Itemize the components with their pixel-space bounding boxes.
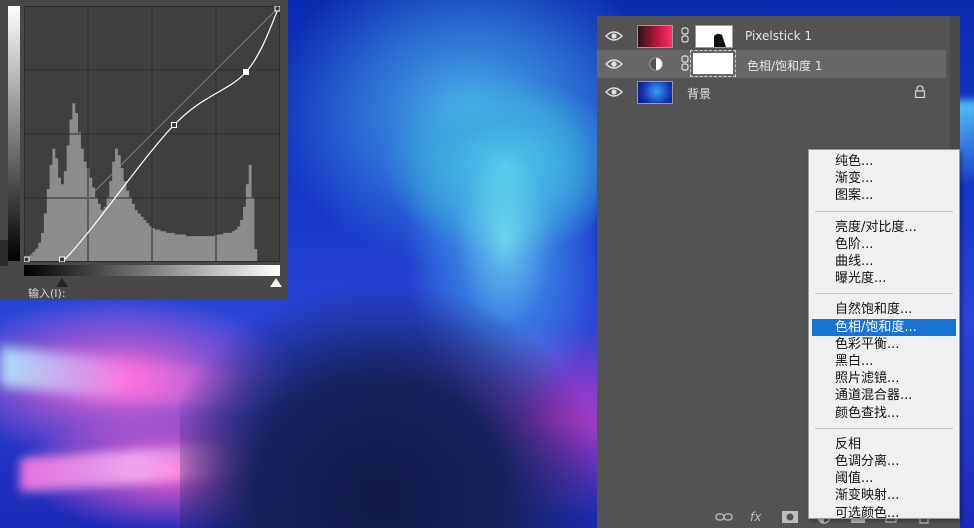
layer-row-background[interactable]: 背景 [597, 78, 946, 106]
menu-item[interactable]: 色阶... [809, 236, 959, 253]
fx-icon[interactable]: fx [750, 510, 761, 524]
eye-icon[interactable] [605, 29, 623, 43]
curves-panel: 输入(I): [0, 0, 288, 300]
curve-control-point[interactable] [59, 256, 65, 262]
curves-graph[interactable] [24, 6, 280, 262]
link-icon[interactable] [715, 510, 733, 524]
adjustment-layer-menu: 纯色... 渐变... 图案... 亮度/对比度... 色阶... 曲线... 曝光度...… [808, 149, 960, 522]
menu-item[interactable]: 可选颜色... [809, 505, 959, 522]
layer-name: 色相/饱和度 1 [747, 59, 823, 73]
menu-item[interactable]: 曲线... [809, 253, 959, 270]
chain-link-icon[interactable] [681, 27, 689, 43]
panel-edge [0, 240, 8, 266]
output-gradient-bar [8, 6, 20, 261]
eye-icon[interactable] [605, 57, 623, 71]
menu-item[interactable]: 纯色... [809, 153, 959, 170]
menu-item[interactable]: 渐变... [809, 170, 959, 187]
menu-item[interactable]: 反相 [809, 436, 959, 453]
layer-mask-thumbnail[interactable] [695, 25, 733, 48]
person-silhouette [180, 280, 600, 528]
menu-item[interactable]: 色相/饱和度... [812, 318, 956, 336]
menu-item[interactable]: 阈值... [809, 470, 959, 487]
layer-thumbnail [637, 81, 673, 104]
menu-item[interactable]: 亮度/对比度... [809, 219, 959, 236]
input-label: 输入(I): [28, 287, 66, 300]
menu-separator [815, 427, 953, 429]
menu-item[interactable]: 曝光度... [809, 270, 959, 287]
menu-item[interactable]: 自然饱和度... [809, 301, 959, 318]
layer-row-hue-saturation[interactable]: 色相/饱和度 1 [597, 50, 946, 78]
layer-row-pixelstick[interactable]: Pixelstick 1 [597, 22, 946, 50]
curve-control-point[interactable] [243, 69, 249, 75]
mask-icon[interactable] [781, 510, 799, 524]
layer-name: Pixelstick 1 [745, 29, 813, 43]
menu-item[interactable]: 色调分离... [809, 453, 959, 470]
adjustment-layer-icon [649, 57, 663, 71]
menu-item[interactable]: 照片滤镜... [809, 370, 959, 387]
menu-item[interactable]: 黑白... [809, 353, 959, 370]
menu-item[interactable]: 通道混合器... [809, 387, 959, 404]
curve-control-point[interactable] [24, 256, 30, 262]
curve-control-point[interactable] [171, 122, 177, 128]
layer-thumbnail [637, 25, 673, 48]
chain-link-icon[interactable] [681, 55, 689, 71]
layer-name: 背景 [687, 87, 712, 101]
white-point-slider[interactable] [270, 278, 282, 287]
layer-mask-thumbnail[interactable] [690, 50, 736, 77]
lock-icon [914, 85, 926, 98]
menu-item[interactable]: 颜色查找... [809, 405, 959, 422]
input-gradient-bar [24, 265, 280, 276]
menu-separator [815, 293, 953, 295]
menu-item[interactable]: 渐变映射... [809, 487, 959, 504]
eye-icon[interactable] [605, 85, 623, 99]
menu-separator [815, 210, 953, 212]
menu-item[interactable]: 色彩平衡... [809, 336, 959, 353]
curve-control-point[interactable] [274, 6, 280, 12]
black-point-slider[interactable] [56, 278, 68, 287]
menu-item[interactable]: 图案... [809, 187, 959, 204]
mask-shape-icon [714, 33, 726, 47]
